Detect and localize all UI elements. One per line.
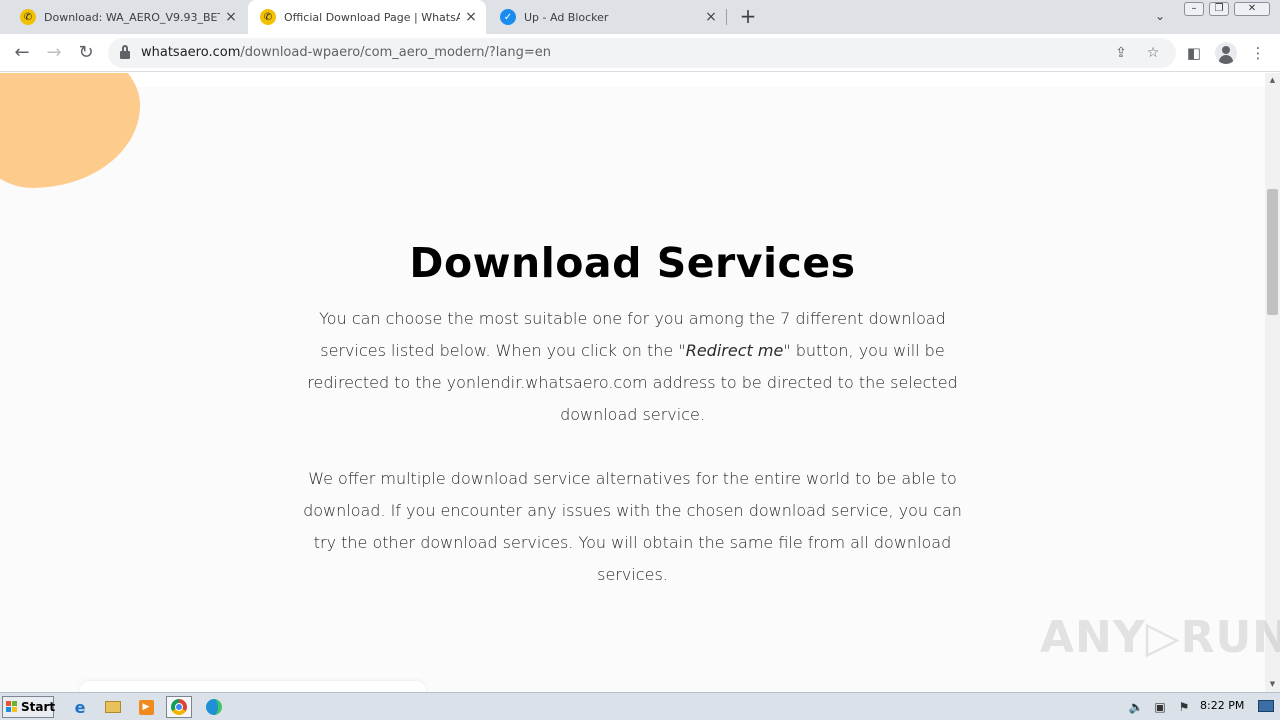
profile-avatar-icon[interactable]: [1215, 42, 1237, 64]
internet-explorer-icon[interactable]: e: [67, 696, 93, 718]
network-icon[interactable]: ▣: [1152, 699, 1168, 715]
file-explorer-icon[interactable]: [100, 696, 126, 718]
tab-up-ad-blocker[interactable]: ✓ Up - Ad Blocker ×: [488, 0, 726, 34]
whatsaero-favicon-icon: ✆: [20, 9, 36, 25]
close-tab-icon[interactable]: ×: [704, 10, 718, 24]
url-text[interactable]: whatsaero.com/download-wpaero/com_aero_m…: [141, 45, 551, 61]
scrollbar-thumb[interactable]: [1267, 189, 1278, 315]
checkmark-favicon-icon: ✓: [500, 9, 516, 25]
scroll-down-arrow-icon[interactable]: ▼: [1265, 677, 1280, 692]
close-tab-icon[interactable]: ×: [224, 10, 238, 24]
show-desktop-icon[interactable]: [1258, 700, 1274, 712]
windows-taskbar: Start e ▶ 🔈 ▣ ⚑ 8:22 PM: [0, 692, 1280, 720]
menu-kebab-icon[interactable]: ⋮: [1247, 42, 1269, 64]
page-heading: Download Services: [409, 239, 856, 287]
tab-strip: ✆ Download: WA_AERO_V9.93_BETA_ × ✆ Offi…: [0, 0, 1280, 34]
browser-window: ✆ Download: WA_AERO_V9.93_BETA_ × ✆ Offi…: [0, 0, 1280, 692]
tab-search-chevron-icon[interactable]: ⌄: [1152, 9, 1168, 25]
back-arrow-icon[interactable]: ←: [10, 41, 34, 65]
tab-title: Official Download Page | WhatsApp: [284, 10, 460, 24]
edge-icon[interactable]: [201, 696, 227, 718]
tab-official-download-page[interactable]: ✆ Official Download Page | WhatsApp ×: [248, 0, 486, 34]
media-player-icon[interactable]: ▶: [133, 696, 159, 718]
tab-title: Up - Ad Blocker: [524, 10, 609, 24]
reload-icon[interactable]: ↻: [74, 41, 98, 65]
address-bar[interactable]: whatsaero.com/download-wpaero/com_aero_m…: [108, 38, 1176, 68]
taskbar-clock[interactable]: 8:22 PM: [1200, 699, 1244, 712]
restore-window-button[interactable]: ❐: [1209, 2, 1229, 16]
tab-download-wa-aero[interactable]: ✆ Download: WA_AERO_V9.93_BETA_ ×: [8, 0, 246, 34]
whatsaero-favicon-icon: ✆: [260, 9, 276, 25]
alternatives-paragraph: We offer multiple download service alter…: [303, 469, 962, 584]
redirect-me-emphasis: Redirect me: [685, 341, 784, 360]
chrome-icon[interactable]: [166, 696, 192, 718]
intro-paragraph: You can choose the most suitable one for…: [307, 309, 958, 424]
decorative-orange-blob: [0, 73, 140, 188]
new-tab-button[interactable]: +: [738, 6, 758, 26]
bookmark-star-icon[interactable]: ☆: [1144, 44, 1162, 62]
windows-logo-icon: [6, 701, 18, 713]
share-icon[interactable]: ⇪: [1112, 44, 1130, 62]
forward-arrow-icon[interactable]: →: [42, 41, 66, 65]
tab-separator: [726, 9, 727, 25]
page-content: Download Services You can choose the mos…: [0, 73, 1265, 692]
download-service-card: [80, 681, 426, 692]
minimize-window-button[interactable]: –: [1184, 2, 1204, 16]
scroll-up-arrow-icon[interactable]: ▲: [1265, 73, 1280, 88]
action-center-flag-icon[interactable]: ⚑: [1176, 699, 1192, 715]
lock-icon[interactable]: [120, 45, 130, 59]
close-tab-icon[interactable]: ×: [464, 10, 478, 24]
anyrun-watermark: ANY▷RUN: [1040, 612, 1280, 663]
volume-icon[interactable]: 🔈: [1128, 699, 1144, 715]
browser-toolbar: ← → ↻ whatsaero.com/download-wpaero/com_…: [0, 34, 1280, 72]
page-top-band: [0, 73, 1265, 87]
close-window-button[interactable]: ✕: [1234, 2, 1270, 16]
start-button[interactable]: Start: [2, 696, 55, 718]
vertical-scrollbar[interactable]: ▲ ▼: [1265, 73, 1280, 692]
tab-title: Download: WA_AERO_V9.93_BETA_: [44, 10, 220, 24]
side-panel-icon[interactable]: ◧: [1183, 42, 1205, 64]
